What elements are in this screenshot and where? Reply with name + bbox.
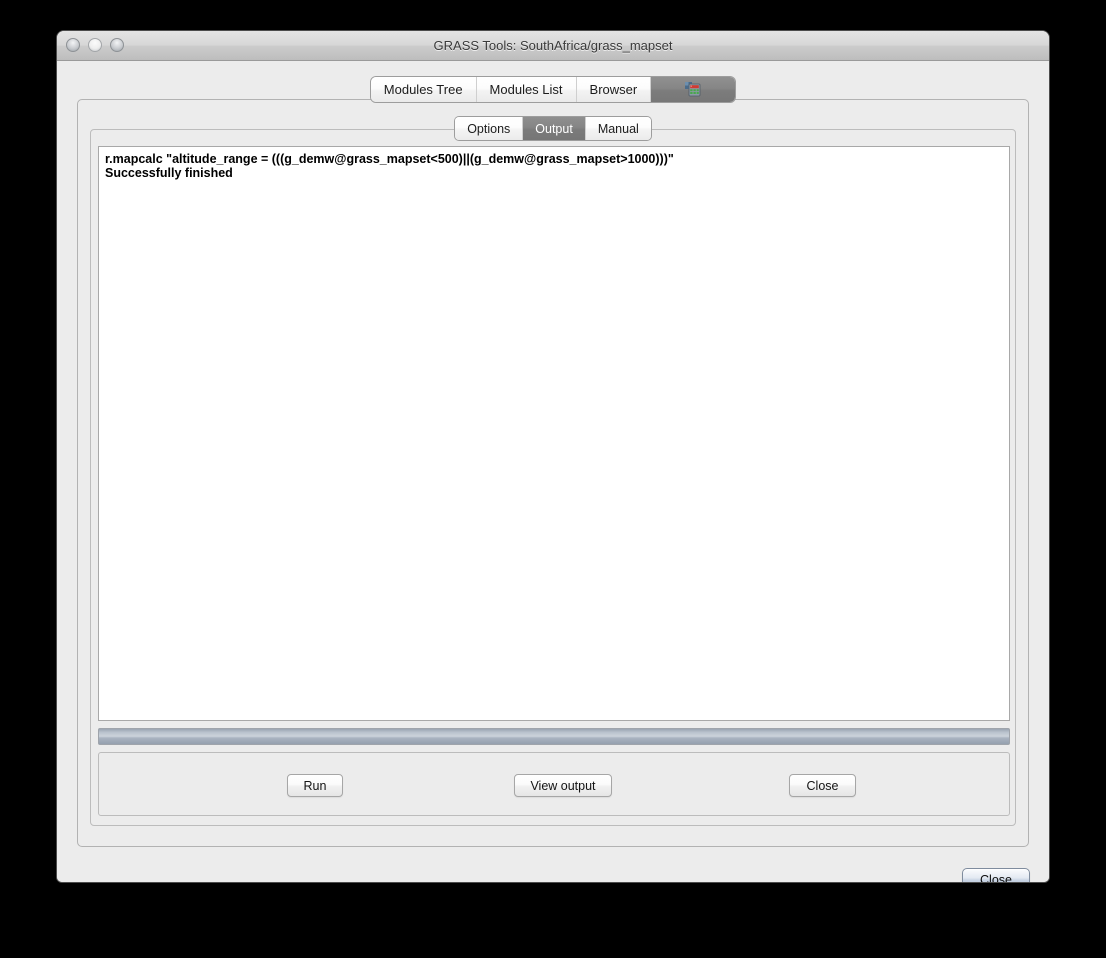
top-tabbar-group: Modules Tree Modules List Browser	[371, 77, 735, 102]
tab-manual[interactable]: Manual	[586, 117, 651, 140]
close-module-button-label: Close	[807, 779, 839, 793]
tab-output[interactable]: Output	[523, 117, 586, 140]
grass-tools-tabwidget: Modules Tree Modules List Browser	[77, 99, 1029, 847]
window-title: GRASS Tools: SouthAfrica/grass_mapset	[57, 31, 1049, 60]
tab-options-label: Options	[467, 122, 510, 136]
output-line-command: r.mapcalc "altitude_range = (((g_demw@gr…	[105, 152, 1003, 166]
tab-modules-list-label: Modules List	[490, 82, 563, 97]
output-line-status: Successfully finished	[105, 166, 1003, 180]
raster-calculator-icon	[685, 82, 701, 98]
run-button[interactable]: Run	[287, 774, 343, 797]
window-body: Modules Tree Modules List Browser	[57, 61, 1049, 882]
inner-tabbar-group: Options Output Manual	[455, 117, 651, 140]
tab-output-label: Output	[535, 122, 573, 136]
tab-options[interactable]: Options	[455, 117, 523, 140]
close-dialog-button-label: Close	[980, 873, 1012, 882]
tab-browser[interactable]: Browser	[577, 77, 652, 102]
run-button-label: Run	[304, 779, 327, 793]
progress-bar	[98, 728, 1010, 745]
module-tabwidget: Options Output Manual r.mapcalc "a	[90, 129, 1016, 826]
tab-modules-tree[interactable]: Modules Tree	[371, 77, 477, 102]
view-output-button[interactable]: View output	[514, 774, 612, 797]
inner-tabbar: Options Output Manual	[91, 117, 1015, 140]
tab-browser-label: Browser	[590, 82, 638, 97]
close-module-button[interactable]: Close	[789, 774, 856, 797]
window-titlebar[interactable]: GRASS Tools: SouthAfrica/grass_mapset	[57, 31, 1049, 61]
tab-modules-tree-label: Modules Tree	[384, 82, 463, 97]
tab-manual-label: Manual	[598, 122, 639, 136]
grass-tools-window: GRASS Tools: SouthAfrica/grass_mapset Mo…	[57, 31, 1049, 882]
tab-module-rmapcalc[interactable]	[651, 77, 735, 102]
top-tabbar: Modules Tree Modules List Browser	[78, 77, 1028, 102]
output-text-area[interactable]: r.mapcalc "altitude_range = (((g_demw@gr…	[98, 146, 1010, 721]
view-output-button-label: View output	[530, 779, 595, 793]
tab-modules-list[interactable]: Modules List	[477, 77, 577, 102]
module-button-bar: Run View output Close	[98, 752, 1010, 816]
screen-root: GRASS Tools: SouthAfrica/grass_mapset Mo…	[0, 0, 1106, 958]
close-dialog-button[interactable]: Close	[962, 868, 1030, 882]
